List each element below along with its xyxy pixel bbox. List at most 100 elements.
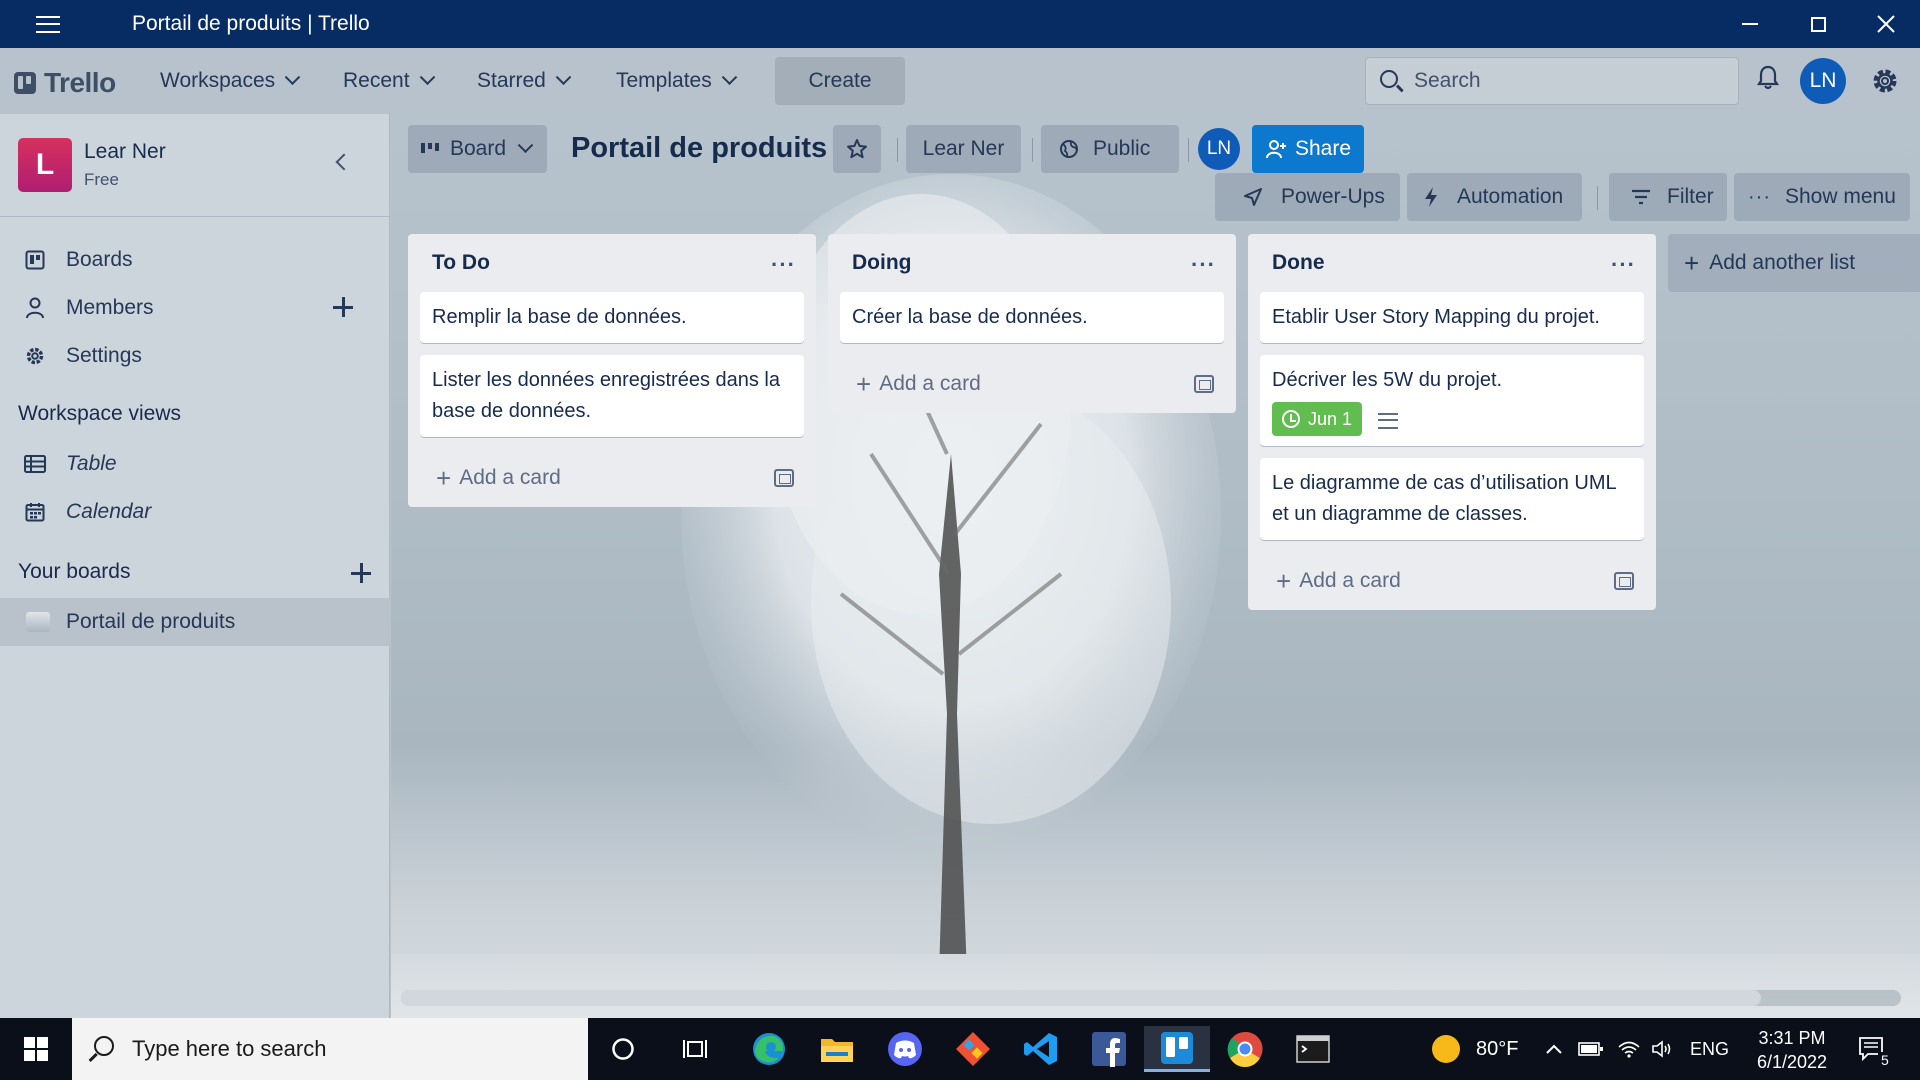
nav-starred[interactable]: Starred xyxy=(477,61,572,101)
weather-temp: 80°F xyxy=(1476,1037,1519,1060)
automation-button[interactable]: Automation xyxy=(1407,173,1582,221)
add-card-button[interactable]: + Add a card xyxy=(828,355,1236,413)
list-header[interactable]: Done ··· xyxy=(1248,234,1656,292)
star-board-button[interactable] xyxy=(833,125,881,173)
card[interactable]: Créer la base de données. xyxy=(840,292,1224,343)
card-template-icon[interactable] xyxy=(1614,572,1634,590)
notification-count: 5 xyxy=(1878,1052,1892,1068)
add-card-button[interactable]: + Add a card xyxy=(408,449,816,507)
collapse-sidebar-icon[interactable] xyxy=(335,153,353,171)
description-icon xyxy=(1378,413,1399,429)
user-avatar[interactable]: LN xyxy=(1800,58,1846,104)
sidebar-board-item[interactable]: Portail de produits xyxy=(0,598,390,646)
add-board-icon[interactable] xyxy=(350,562,372,584)
list-menu-icon[interactable]: ··· xyxy=(771,252,796,278)
git-icon[interactable] xyxy=(940,1026,1006,1072)
taskbar-search-input[interactable]: Type here to search xyxy=(72,1018,588,1080)
battery-icon[interactable] xyxy=(1578,1018,1604,1080)
gear-icon[interactable] xyxy=(1870,66,1900,96)
notification-center-icon[interactable]: 5 xyxy=(1858,1018,1892,1080)
search-input[interactable]: Search xyxy=(1365,57,1739,105)
card-template-icon[interactable] xyxy=(774,469,794,487)
sidebar-item-settings[interactable]: Settings xyxy=(24,338,374,374)
chevron-down-icon xyxy=(419,68,435,85)
show-menu-button[interactable]: ··· Show menu xyxy=(1734,173,1910,221)
terminal-icon[interactable] xyxy=(1280,1026,1346,1072)
facebook-icon[interactable] xyxy=(1076,1026,1142,1072)
search-icon xyxy=(94,1036,114,1056)
plus-icon: + xyxy=(436,462,452,493)
vscode-icon[interactable] xyxy=(1008,1026,1074,1072)
board-member-avatar[interactable]: LN xyxy=(1198,128,1240,170)
card[interactable]: Etablir User Story Mapping du projet. xyxy=(1260,292,1644,343)
list-menu-icon[interactable]: ··· xyxy=(1611,252,1636,278)
taskbar-clock[interactable]: 3:31 PM 6/1/2022 xyxy=(1742,1026,1842,1074)
create-button[interactable]: Create xyxy=(775,57,905,105)
sidebar-board-label: Portail de produits xyxy=(66,610,236,633)
discord-icon[interactable] xyxy=(872,1026,938,1072)
minimize-button[interactable] xyxy=(1716,0,1784,48)
card[interactable]: Remplir la base de données. xyxy=(420,292,804,343)
add-card-label: Add a card xyxy=(1299,569,1401,592)
clock-date: 6/1/2022 xyxy=(1756,1052,1828,1072)
file-explorer-icon[interactable] xyxy=(804,1026,870,1072)
add-card-button[interactable]: + Add a card xyxy=(1248,552,1656,610)
bell-icon[interactable] xyxy=(1757,65,1779,91)
workspace-header[interactable]: L Lear Ner Free xyxy=(18,138,166,192)
powerups-label: Power-Ups xyxy=(1281,185,1385,208)
sidebar-item-label: Members xyxy=(66,296,154,319)
scrollbar-thumb[interactable] xyxy=(401,990,1761,1006)
filter-button[interactable]: Filter xyxy=(1609,173,1727,221)
tray-chevron-icon[interactable] xyxy=(1545,1018,1563,1080)
add-card-label: Add a card xyxy=(879,372,981,395)
task-view-icon[interactable] xyxy=(662,1026,728,1072)
add-member-icon[interactable] xyxy=(332,296,354,318)
nav-recent[interactable]: Recent xyxy=(343,61,435,101)
windows-logo-icon xyxy=(24,1037,48,1061)
input-language[interactable]: ENG xyxy=(1690,1018,1729,1080)
card[interactable]: Décriver les 5W du projet. Jun 1 xyxy=(1260,355,1644,446)
edge-icon[interactable] xyxy=(736,1026,802,1072)
card[interactable]: Lister les données enregistrées dans la … xyxy=(420,355,804,437)
nav-label: Starred xyxy=(477,69,546,92)
workspace-button[interactable]: Lear Ner xyxy=(906,125,1021,173)
list-menu-icon[interactable]: ··· xyxy=(1191,252,1216,278)
list-title: Done xyxy=(1272,251,1325,274)
sidebar-item-boards[interactable]: Boards xyxy=(24,242,374,278)
volume-icon[interactable] xyxy=(1651,1018,1675,1080)
add-list-button[interactable]: + Add another list xyxy=(1668,234,1920,292)
card-title: Décriver les 5W du projet. xyxy=(1272,369,1503,391)
weather-widget[interactable]: 80°F xyxy=(1432,1018,1518,1080)
windows-start-button[interactable] xyxy=(0,1018,72,1080)
powerups-button[interactable]: Power-Ups xyxy=(1215,173,1400,221)
maximize-button[interactable] xyxy=(1784,0,1852,48)
sidebar-item-table[interactable]: Table xyxy=(24,446,374,482)
wifi-icon[interactable] xyxy=(1617,1018,1641,1080)
board-title[interactable]: Portail de produits xyxy=(571,132,827,165)
card[interactable]: Le diagramme de cas d’utilisation UML et… xyxy=(1260,458,1644,540)
person-icon xyxy=(24,297,46,319)
trello-icon[interactable] xyxy=(1144,1026,1210,1072)
share-button[interactable]: Share xyxy=(1252,125,1364,173)
board-icon xyxy=(24,249,46,271)
card-template-icon[interactable] xyxy=(1194,375,1214,393)
horizontal-scrollbar[interactable] xyxy=(401,990,1901,1006)
board-canvas: Board Portail de produits Lear Ner Publi… xyxy=(391,114,1920,1018)
logo-text: Trello xyxy=(44,67,116,98)
due-date-badge[interactable]: Jun 1 xyxy=(1272,402,1363,436)
sidebar-item-members[interactable]: Members xyxy=(24,290,374,326)
list-header[interactable]: To Do ··· xyxy=(408,234,816,292)
clock-icon xyxy=(1282,410,1300,428)
nav-templates[interactable]: Templates xyxy=(616,61,737,101)
chrome-icon[interactable] xyxy=(1212,1026,1278,1072)
visibility-button[interactable]: Public xyxy=(1041,125,1179,173)
plus-icon: + xyxy=(1684,247,1700,278)
list-header[interactable]: Doing ··· xyxy=(828,234,1236,292)
sidebar-item-calendar[interactable]: Calendar xyxy=(24,494,374,530)
board-view-switcher[interactable]: Board xyxy=(408,125,547,173)
trello-logo[interactable]: Trello xyxy=(14,67,116,99)
nav-workspaces[interactable]: Workspaces xyxy=(160,61,301,101)
menu-icon[interactable] xyxy=(0,0,96,48)
cortana-icon[interactable] xyxy=(590,1026,656,1072)
close-button[interactable] xyxy=(1852,0,1920,48)
